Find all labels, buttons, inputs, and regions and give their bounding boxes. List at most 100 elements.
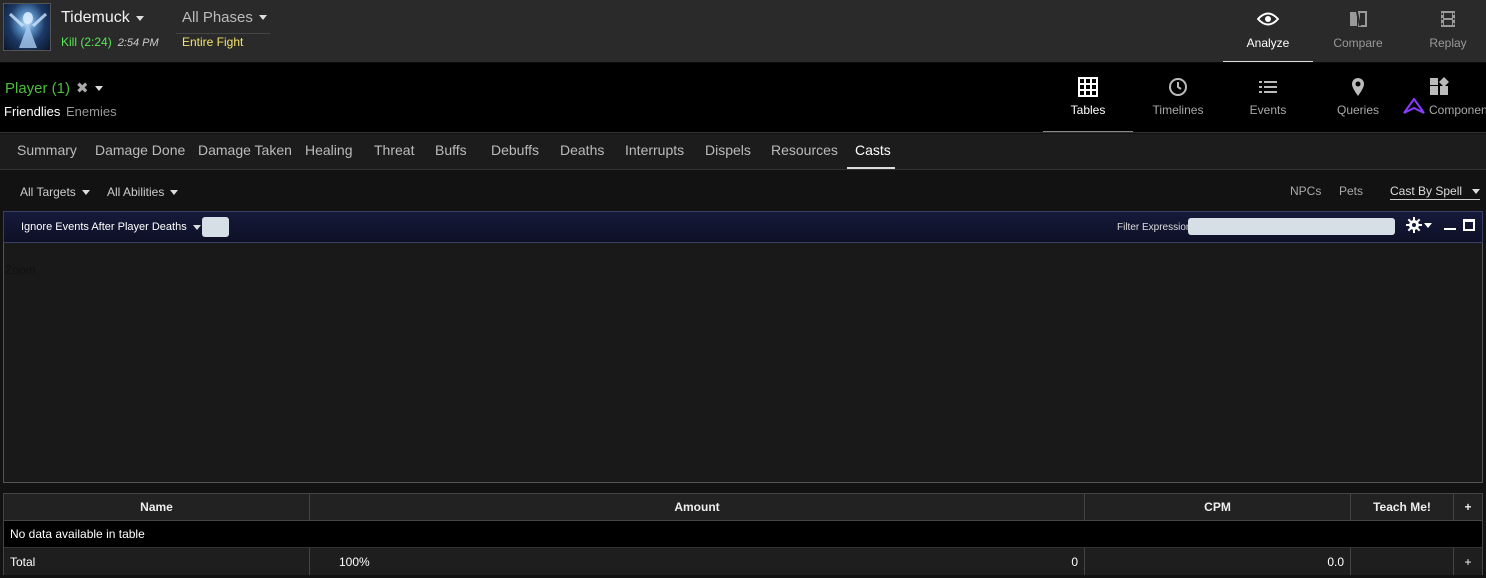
view-component-label: Component	[1429, 103, 1486, 117]
top-bar: Tidemuck Kill (2:24) 2:54 PM All Phases …	[0, 0, 1486, 63]
table-row: No data available in table	[4, 521, 1482, 548]
chevron-down-icon	[135, 15, 144, 21]
expand-total-button[interactable]: +	[1454, 548, 1482, 575]
tab-damage-taken[interactable]: Damage Taken	[190, 134, 300, 169]
table-header-row: Name Amount CPM Teach Me! +	[4, 494, 1482, 521]
eye-icon	[1257, 8, 1279, 30]
view-by-dropdown[interactable]: Cast By Spell	[1390, 184, 1481, 200]
phase-subtitle: Entire Fight	[182, 35, 244, 49]
tab-damage-done[interactable]: Damage Done	[87, 134, 193, 169]
ignore-events-label: Ignore Events After Player Deaths	[21, 221, 187, 233]
tab-summary[interactable]: Summary	[9, 134, 85, 169]
graph-panel-header: Ignore Events After Player Deaths Filter…	[3, 211, 1483, 243]
clock-icon	[1168, 76, 1188, 98]
tab-casts[interactable]: Casts	[847, 134, 895, 169]
nav-compare[interactable]: Compare	[1313, 0, 1403, 62]
boss-portrait[interactable]	[3, 3, 51, 51]
column-header-teach-me[interactable]: Teach Me!	[1351, 494, 1454, 520]
tab-buffs[interactable]: Buffs	[427, 134, 475, 169]
fight-result: Kill (2:24) 2:54 PM	[61, 35, 159, 49]
empty-table-message: No data available in table	[10, 527, 145, 541]
filter-expression-input[interactable]	[1188, 218, 1395, 235]
total-amount: 0	[1071, 554, 1078, 569]
view-timelines-label: Timelines	[1152, 103, 1204, 117]
add-column-button[interactable]: +	[1454, 494, 1482, 520]
divider	[176, 33, 270, 34]
tab-resources[interactable]: Resources	[763, 134, 846, 169]
zoom-label: Zoom	[5, 263, 36, 277]
list-icon	[1258, 76, 1278, 98]
nav-replay[interactable]: Replay	[1403, 0, 1486, 62]
film-icon	[1440, 8, 1456, 30]
chevron-down-icon	[258, 15, 267, 20]
chevron-down-icon[interactable]	[94, 85, 103, 91]
view-events[interactable]: Events	[1223, 63, 1313, 132]
chevron-down-icon	[170, 189, 179, 195]
map-pin-icon	[1351, 76, 1365, 98]
tab-bar: Summary Damage Done Damage Taken Healing…	[0, 134, 1486, 170]
nav-analyze-label: Analyze	[1246, 36, 1290, 50]
chevron-down-icon	[1424, 222, 1432, 228]
view-tables[interactable]: Tables	[1043, 63, 1133, 132]
boss-selector[interactable]: Tidemuck	[61, 9, 144, 27]
grid-icon	[1078, 76, 1098, 98]
targets-label: All Targets	[20, 185, 76, 199]
chevron-down-icon	[81, 189, 90, 195]
sub-bar: Player (1) ✖ Friendlies Enemies Tables T…	[0, 63, 1486, 133]
filter-row: All Targets All Abilities NPCs Pets Cast…	[0, 171, 1486, 211]
column-header-cpm[interactable]: CPM	[1085, 494, 1351, 520]
view-queries[interactable]: Queries	[1313, 63, 1403, 132]
pets-toggle[interactable]: Pets	[1339, 184, 1363, 198]
tab-deaths[interactable]: Deaths	[552, 134, 612, 169]
nav-analyze[interactable]: Analyze	[1223, 0, 1313, 62]
phase-selector[interactable]: All Phases	[182, 9, 267, 26]
tab-threat[interactable]: Threat	[366, 134, 422, 169]
column-header-name[interactable]: Name	[4, 494, 310, 520]
total-cpm: 0.0	[1085, 548, 1351, 575]
abilities-label: All Abilities	[107, 185, 165, 199]
total-teach-me	[1351, 548, 1454, 575]
fight-time: 2:54 PM	[117, 37, 159, 49]
settings-dropdown[interactable]	[1406, 217, 1432, 233]
total-label: Total	[4, 548, 310, 575]
options-button[interactable]	[202, 217, 229, 237]
tab-healing[interactable]: Healing	[297, 134, 360, 169]
table-total-row: Total 100% 0 0.0 +	[4, 548, 1482, 575]
column-header-amount[interactable]: Amount	[310, 494, 1085, 520]
chevron-down-icon	[1472, 188, 1481, 194]
archon-logo-icon	[1403, 97, 1425, 119]
maximize-icon[interactable]	[1463, 219, 1475, 231]
graph-area[interactable]: Zoom	[3, 243, 1483, 483]
casts-table: Name Amount CPM Teach Me! + No data avai…	[3, 493, 1483, 575]
tab-dispels[interactable]: Dispels	[697, 134, 759, 169]
nav-compare-label: Compare	[1333, 36, 1383, 50]
player-filter-label: Player (1)	[5, 79, 71, 97]
ignore-events-dropdown[interactable]: Ignore Events After Player Deaths	[21, 221, 201, 233]
nav-replay-label: Replay	[1429, 36, 1467, 50]
kill-status: Kill (2:24)	[61, 35, 112, 49]
compare-icon	[1349, 8, 1367, 30]
tab-interrupts[interactable]: Interrupts	[617, 134, 692, 169]
friendlies-toggle[interactable]: Friendlies	[4, 104, 60, 119]
phase-label: All Phases	[182, 9, 253, 26]
total-amount-cell: 100% 0	[310, 548, 1085, 575]
abilities-dropdown[interactable]: All Abilities	[107, 185, 179, 199]
enemies-toggle[interactable]: Enemies	[66, 104, 117, 119]
view-queries-label: Queries	[1336, 103, 1380, 117]
close-icon[interactable]: ✖	[76, 79, 89, 97]
chevron-down-icon	[192, 224, 201, 230]
view-tables-label: Tables	[1070, 103, 1106, 117]
tab-debuffs[interactable]: Debuffs	[483, 134, 547, 169]
gear-icon	[1406, 217, 1422, 233]
view-events-label: Events	[1249, 103, 1287, 117]
boss-name: Tidemuck	[61, 9, 130, 26]
player-filter[interactable]: Player (1) ✖	[5, 79, 103, 97]
targets-dropdown[interactable]: All Targets	[20, 185, 90, 199]
view-timelines[interactable]: Timelines	[1133, 63, 1223, 132]
view-by-label: Cast By Spell	[1390, 184, 1463, 198]
puzzle-icon	[1429, 76, 1449, 98]
total-percent: 100%	[339, 554, 370, 569]
minimize-icon[interactable]	[1444, 228, 1456, 230]
filter-expression-label: Filter Expression:	[1117, 222, 1195, 233]
npcs-toggle[interactable]: NPCs	[1290, 184, 1321, 198]
